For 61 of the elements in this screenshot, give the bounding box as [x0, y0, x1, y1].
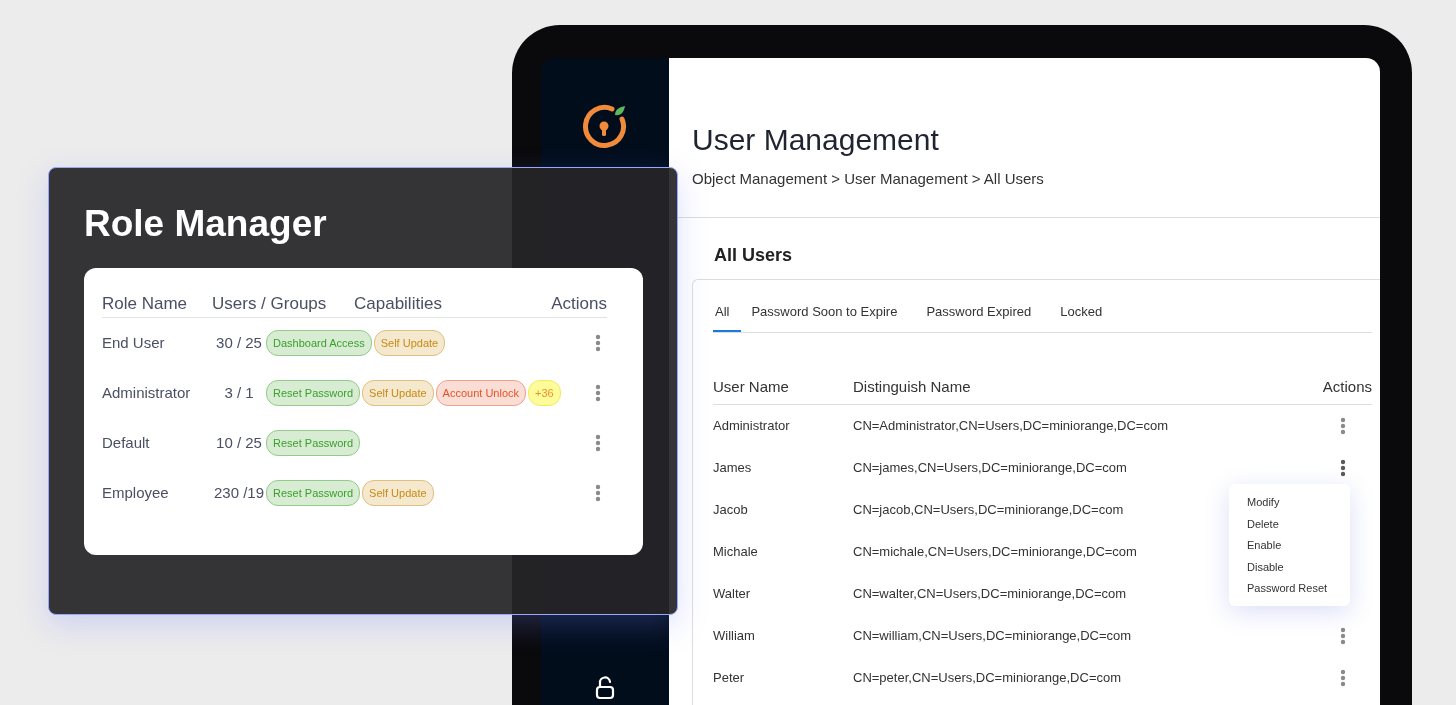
capability-tag: Account Unlock	[435, 379, 526, 407]
more-options-icon[interactable]	[1340, 459, 1346, 477]
column-header: Actions	[1322, 377, 1372, 398]
column-header: Distinguish Name	[853, 377, 971, 398]
tab[interactable]: Locked	[1058, 291, 1122, 332]
capability-tag: Self Update	[373, 329, 446, 357]
menu-item[interactable]: Password Reset	[1247, 578, 1350, 600]
more-options-icon[interactable]	[595, 334, 601, 352]
user-name: Michale	[713, 543, 759, 562]
column-header: Actions	[551, 292, 607, 315]
more-options-icon[interactable]	[1340, 669, 1346, 687]
unlock-icon[interactable]	[595, 676, 615, 700]
more-options-icon[interactable]	[1340, 627, 1346, 645]
distinguished-name: CN=michale,CN=Users,DC=miniorange,DC=com	[853, 543, 1137, 562]
tab[interactable]: Password Expired	[924, 291, 1051, 332]
user-group-count: 30 / 25	[215, 332, 263, 353]
capability-tag: Reset Password	[266, 479, 361, 507]
more-count: +36	[528, 379, 561, 407]
user-name: Walter	[713, 585, 752, 604]
panel-title: Role Manager	[84, 202, 328, 246]
column-header: Role Name	[102, 292, 189, 315]
breadcrumb: Object Management > User Management > All Users	[692, 169, 1045, 189]
menu-item[interactable]: Modify	[1247, 492, 1350, 514]
role-name: Default	[102, 432, 151, 453]
column-header: Capabilities	[354, 292, 443, 315]
tab[interactable]: All	[713, 291, 742, 332]
role-name: Employee	[102, 482, 170, 503]
distinguished-name: CN=walter,CN=Users,DC=miniorange,DC=com	[853, 585, 1127, 604]
role-name: End User	[102, 332, 166, 353]
logo-icon	[582, 104, 628, 150]
capability-tag: Dashboard Access	[266, 329, 372, 357]
distinguished-name: CN=peter,CN=Users,DC=miniorange,DC=com	[853, 669, 1122, 688]
distinguished-name: CN=Administrator,CN=Users,DC=miniorange,DC=com	[853, 417, 1168, 436]
capability-tag: Reset Password	[266, 379, 361, 407]
menu-item[interactable]: Disable	[1247, 556, 1350, 578]
capability-tag: Self Update	[362, 479, 434, 507]
column-header: Users / Groups	[212, 292, 328, 315]
more-options-icon[interactable]	[595, 484, 601, 502]
user-name: James	[713, 459, 753, 478]
more-options-icon[interactable]	[595, 384, 601, 402]
capability-tag: Reset Password	[266, 429, 361, 457]
user-name: William	[713, 627, 756, 646]
tab[interactable]: Password Soon to Expire	[749, 291, 917, 332]
column-header: User Name	[713, 377, 790, 398]
user-name: Jacob	[713, 501, 749, 520]
more-options-icon[interactable]	[595, 434, 601, 452]
user-group-count: 230 /19	[212, 482, 265, 503]
menu-item[interactable]: Delete	[1247, 513, 1350, 535]
user-group-count: 10 / 25	[215, 432, 263, 453]
more-options-icon[interactable]	[1340, 417, 1346, 435]
section-title: All Users	[714, 243, 794, 267]
page-title: User Management	[692, 122, 940, 158]
user-name: Administrator	[713, 417, 791, 436]
user-group-count: 3 / 1	[223, 382, 255, 403]
user-name: Peter	[713, 669, 746, 688]
capability-tag: Self Update	[362, 379, 434, 407]
distinguished-name: CN=james,CN=Users,DC=miniorange,DC=com	[853, 459, 1127, 478]
distinguished-name: CN=william,CN=Users,DC=miniorange,DC=com	[853, 627, 1132, 646]
distinguished-name: CN=jacob,CN=Users,DC=miniorange,DC=com	[853, 501, 1124, 520]
menu-item[interactable]: Enable	[1247, 535, 1350, 557]
role-name: Administrator	[102, 382, 192, 403]
